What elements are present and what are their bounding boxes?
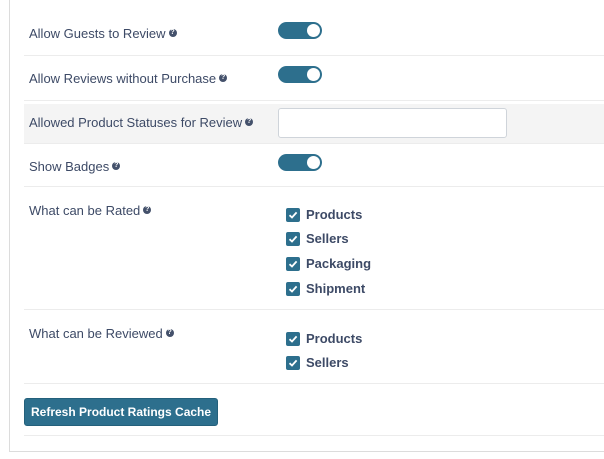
- checkbox-checked-icon[interactable]: [286, 257, 300, 271]
- what-can-be-rated-label: What can be Rated?: [29, 203, 152, 218]
- setting-row-what-can-be-rated: What can be Rated? Products Sellers Pack…: [24, 187, 604, 310]
- setting-row-what-can-be-reviewed: What can be Reviewed? Products Sellers: [24, 310, 604, 384]
- help-icon[interactable]: ?: [165, 329, 174, 337]
- allow-guests-label: Allow Guests to Review?: [29, 26, 177, 41]
- what-can-be-reviewed-label: What can be Reviewed?: [29, 326, 174, 341]
- allow-without-purchase-label: Allow Reviews without Purchase?: [29, 71, 228, 86]
- checkbox-checked-icon[interactable]: [286, 282, 300, 296]
- setting-row-allow-guests: Allow Guests to Review?: [24, 0, 604, 56]
- help-icon[interactable]: ?: [219, 74, 228, 82]
- show-badges-label: Show Badges?: [29, 159, 121, 174]
- checkbox-checked-icon[interactable]: [286, 356, 300, 370]
- checkbox-checked-icon[interactable]: [286, 232, 300, 246]
- setting-row-show-badges: Show Badges?: [24, 144, 604, 187]
- toggle-knob: [307, 68, 320, 81]
- checkbox-checked-icon[interactable]: [286, 332, 300, 346]
- help-icon[interactable]: ?: [245, 118, 254, 126]
- setting-row-allow-without-purchase: Allow Reviews without Purchase?: [24, 56, 604, 101]
- allowed-statuses-label: Allowed Product Statuses for Review?: [29, 115, 254, 130]
- settings-panel: Allow Guests to Review? Allow Reviews wi…: [9, 0, 604, 452]
- allow-guests-toggle[interactable]: [278, 22, 322, 39]
- checkbox-checked-icon[interactable]: [286, 208, 300, 222]
- toggle-knob: [307, 24, 320, 37]
- setting-row-allowed-statuses: Allowed Product Statuses for Review?: [24, 104, 604, 144]
- help-icon[interactable]: ?: [168, 29, 177, 37]
- allow-without-purchase-toggle[interactable]: [278, 66, 322, 83]
- toggle-knob: [307, 156, 320, 169]
- help-icon[interactable]: ?: [112, 162, 121, 170]
- refresh-ratings-cache-button[interactable]: Refresh Product Ratings Cache: [24, 398, 219, 426]
- help-icon[interactable]: ?: [143, 206, 152, 214]
- show-badges-toggle[interactable]: [278, 154, 322, 171]
- allowed-statuses-input[interactable]: [278, 108, 507, 138]
